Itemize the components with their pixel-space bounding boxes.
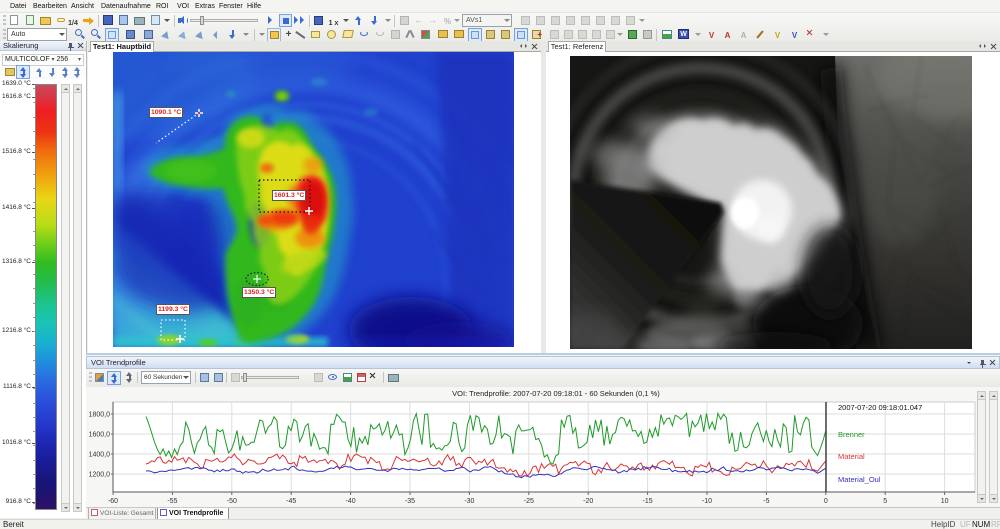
svg-text:1200,0: 1200,0 bbox=[89, 472, 111, 479]
svg-text:0: 0 bbox=[824, 498, 828, 505]
svg-text:-25: -25 bbox=[524, 498, 534, 505]
svg-text:1600,0: 1600,0 bbox=[89, 432, 111, 439]
svg-text:-20: -20 bbox=[583, 498, 593, 505]
svg-text:-30: -30 bbox=[464, 498, 474, 505]
svg-text:10: 10 bbox=[941, 498, 949, 505]
svg-text:-5: -5 bbox=[763, 498, 769, 505]
svg-text:5: 5 bbox=[883, 498, 887, 505]
svg-text:-35: -35 bbox=[405, 498, 415, 505]
svg-text:1800,0: 1800,0 bbox=[89, 412, 111, 419]
svg-text:2007-07-20 09:18:01.047: 2007-07-20 09:18:01.047 bbox=[838, 403, 922, 412]
svg-text:-15: -15 bbox=[643, 498, 653, 505]
svg-text:-40: -40 bbox=[346, 498, 356, 505]
svg-text:-10: -10 bbox=[702, 498, 712, 505]
svg-text:1400,0: 1400,0 bbox=[89, 452, 111, 459]
svg-text:Material: Material bbox=[838, 452, 865, 461]
svg-text:-45: -45 bbox=[286, 498, 296, 505]
svg-text:Material_Oul: Material_Oul bbox=[838, 475, 881, 484]
svg-text:Brenner: Brenner bbox=[838, 430, 865, 439]
svg-text:VOI: Trendprofile: 2007-07-20: VOI: Trendprofile: 2007-07-20 09:18:01 -… bbox=[452, 389, 660, 398]
svg-text:-55: -55 bbox=[167, 498, 177, 505]
svg-text:-50: -50 bbox=[227, 498, 237, 505]
svg-text:-60: -60 bbox=[108, 498, 118, 505]
